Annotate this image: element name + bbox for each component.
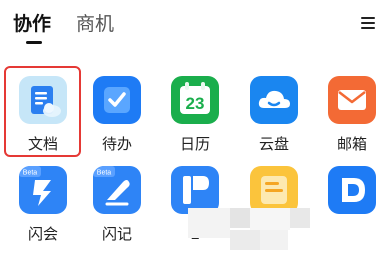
obscured-area [188, 208, 230, 238]
selection-highlight [4, 66, 81, 157]
todo-check-icon [93, 76, 141, 124]
app-label: 日历 [179, 135, 210, 153]
app-cloud-drive[interactable]: 云盘 [244, 66, 304, 156]
cloud-drive-icon [250, 76, 298, 124]
app-d[interactable] [322, 156, 382, 246]
beta-badge: Beta [97, 170, 112, 177]
obscured-area [230, 208, 250, 228]
e-app-icon [171, 166, 219, 214]
app-label: 待办 [101, 135, 132, 153]
app-label: 闪记 [101, 225, 132, 243]
app-label: 云盘 [258, 135, 289, 153]
d-app-icon [328, 166, 376, 214]
mail-icon [328, 76, 376, 124]
hamburger-menu-icon[interactable] [361, 17, 375, 30]
app-label: 邮箱 [336, 135, 367, 153]
app-label: 闪会 [27, 225, 58, 243]
beta-badge: Beta [23, 170, 38, 177]
top-tab-bar: 协作 商机 [0, 0, 387, 52]
obscured-area [250, 208, 290, 230]
calendar-icon: 23 [171, 76, 219, 124]
tab-collaboration[interactable]: 协作 [13, 10, 51, 38]
app-flash-meeting[interactable]: Beta 闪会 [13, 156, 73, 246]
calendar-day: 23 [186, 94, 205, 113]
active-tab-indicator [26, 41, 42, 44]
app-calendar[interactable]: 23 日历 [165, 66, 225, 156]
app-mail[interactable]: 邮箱 [322, 66, 382, 156]
obscured-area [290, 208, 310, 228]
obscured-area [230, 230, 260, 250]
tab-business-opportunity[interactable]: 商机 [76, 10, 114, 38]
flash-meeting-icon: Beta [19, 166, 67, 214]
notes-icon [250, 166, 298, 214]
flash-note-icon: Beta [93, 166, 141, 214]
app-flash-note[interactable]: Beta 闪记 [87, 156, 147, 246]
obscured-area [260, 230, 288, 250]
app-todo[interactable]: 待办 [87, 66, 147, 156]
